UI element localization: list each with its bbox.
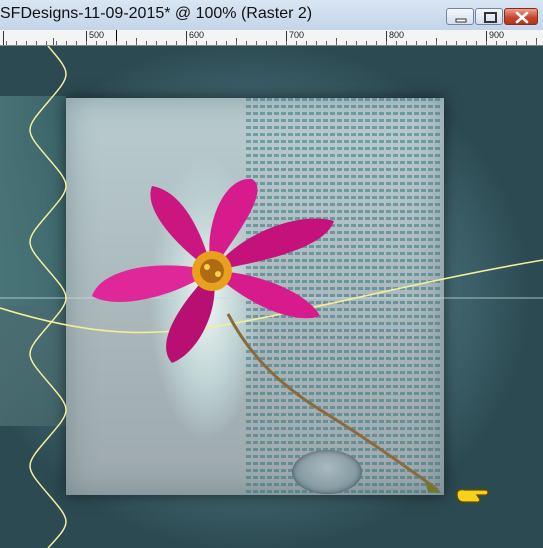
ruler-minor-tick [166, 41, 167, 45]
minimize-button[interactable] [446, 8, 474, 25]
ruler-minor-tick [376, 41, 377, 45]
flower [92, 178, 334, 363]
ruler-minor-tick [16, 41, 17, 45]
ruler-label-700: 700 [289, 30, 305, 40]
ruler-minor-tick [116, 41, 117, 45]
ruler-minor-tick [156, 41, 157, 45]
ruler-minor-tick [536, 41, 537, 45]
minimize-icon [455, 18, 467, 23]
ruler-minor-tick [246, 41, 247, 45]
ruler-label-800: 800 [389, 30, 405, 40]
ruler-minor-tick [256, 41, 257, 45]
ruler-minor-tick [196, 41, 197, 45]
ruler-minor-tick [56, 41, 57, 45]
pointing-hand-icon[interactable] [455, 484, 495, 508]
maximize-button[interactable] [475, 8, 503, 25]
ruler-minor-tick [106, 41, 107, 45]
horizontal-ruler[interactable]: 500 600 700 800 900 [0, 30, 543, 46]
ruler-minor-tick [386, 41, 387, 45]
ruler-minor-tick [476, 41, 477, 45]
ruler-minor-tick [226, 41, 227, 45]
ruler-minor-tick [466, 41, 467, 45]
ruler-minor-tick [356, 41, 357, 45]
ruler-minor-tick [96, 41, 97, 45]
ruler-minor-tick [426, 41, 427, 45]
artwork-overlay [0, 46, 543, 548]
ruler-minor-tick [36, 41, 37, 45]
ruler-minor-tick [46, 41, 47, 45]
document-title-bar[interactable]: SFDesigns-11-09-2015* @ 100% (Raster 2) [0, 0, 543, 31]
ruler-minor-tick [396, 41, 397, 45]
close-icon [515, 11, 529, 24]
close-button[interactable] [504, 8, 538, 25]
ruler-minor-tick [266, 41, 267, 45]
ruler-minor-tick [496, 41, 497, 45]
image-canvas[interactable] [0, 46, 543, 548]
ruler-minor-tick [456, 41, 457, 45]
ruler-minor-tick [176, 41, 177, 45]
ruler-minor-tick [366, 41, 367, 45]
ruler-minor-tick [6, 41, 7, 45]
ruler-minor-tick [146, 41, 147, 45]
ruler-minor-tick [326, 41, 327, 45]
ruler-label-900: 900 [489, 30, 505, 40]
ruler-minor-tick [286, 41, 287, 45]
ruler-minor-tick [136, 41, 137, 45]
document-title: SFDesigns-11-09-2015* @ 100% (Raster 2) [0, 5, 313, 22]
ruler-minor-tick [126, 41, 127, 45]
ruler-minor-tick [66, 41, 67, 45]
ruler-minor-tick [486, 41, 487, 45]
ruler-minor-tick [516, 41, 517, 45]
maximize-icon [484, 12, 497, 23]
ruler-minor-tick [26, 41, 27, 45]
ruler-minor-tick [336, 41, 337, 45]
flower-stem [226, 313, 439, 492]
ruler-minor-tick [446, 41, 447, 45]
ruler-minor-tick [406, 41, 407, 45]
ruler-minor-tick [506, 41, 507, 45]
ruler-minor-tick [346, 41, 347, 45]
ruler-label-600: 600 [189, 30, 205, 40]
ruler-minor-tick [236, 41, 237, 45]
ruler-minor-tick [216, 41, 217, 45]
ruler-minor-tick [186, 41, 187, 45]
ruler-minor-tick [86, 41, 87, 45]
ruler-minor-tick [76, 41, 77, 45]
ruler-minor-tick [276, 41, 277, 45]
ruler-minor-tick [306, 41, 307, 45]
ruler-minor-tick [416, 41, 417, 45]
ruler-minor-tick [436, 41, 437, 45]
ruler-label-500: 500 [89, 30, 105, 40]
ruler-minor-tick [206, 41, 207, 45]
vertical-wave-line [29, 46, 67, 548]
ruler-minor-tick [526, 41, 527, 45]
ruler-minor-tick [296, 41, 297, 45]
ruler-minor-tick [316, 41, 317, 45]
